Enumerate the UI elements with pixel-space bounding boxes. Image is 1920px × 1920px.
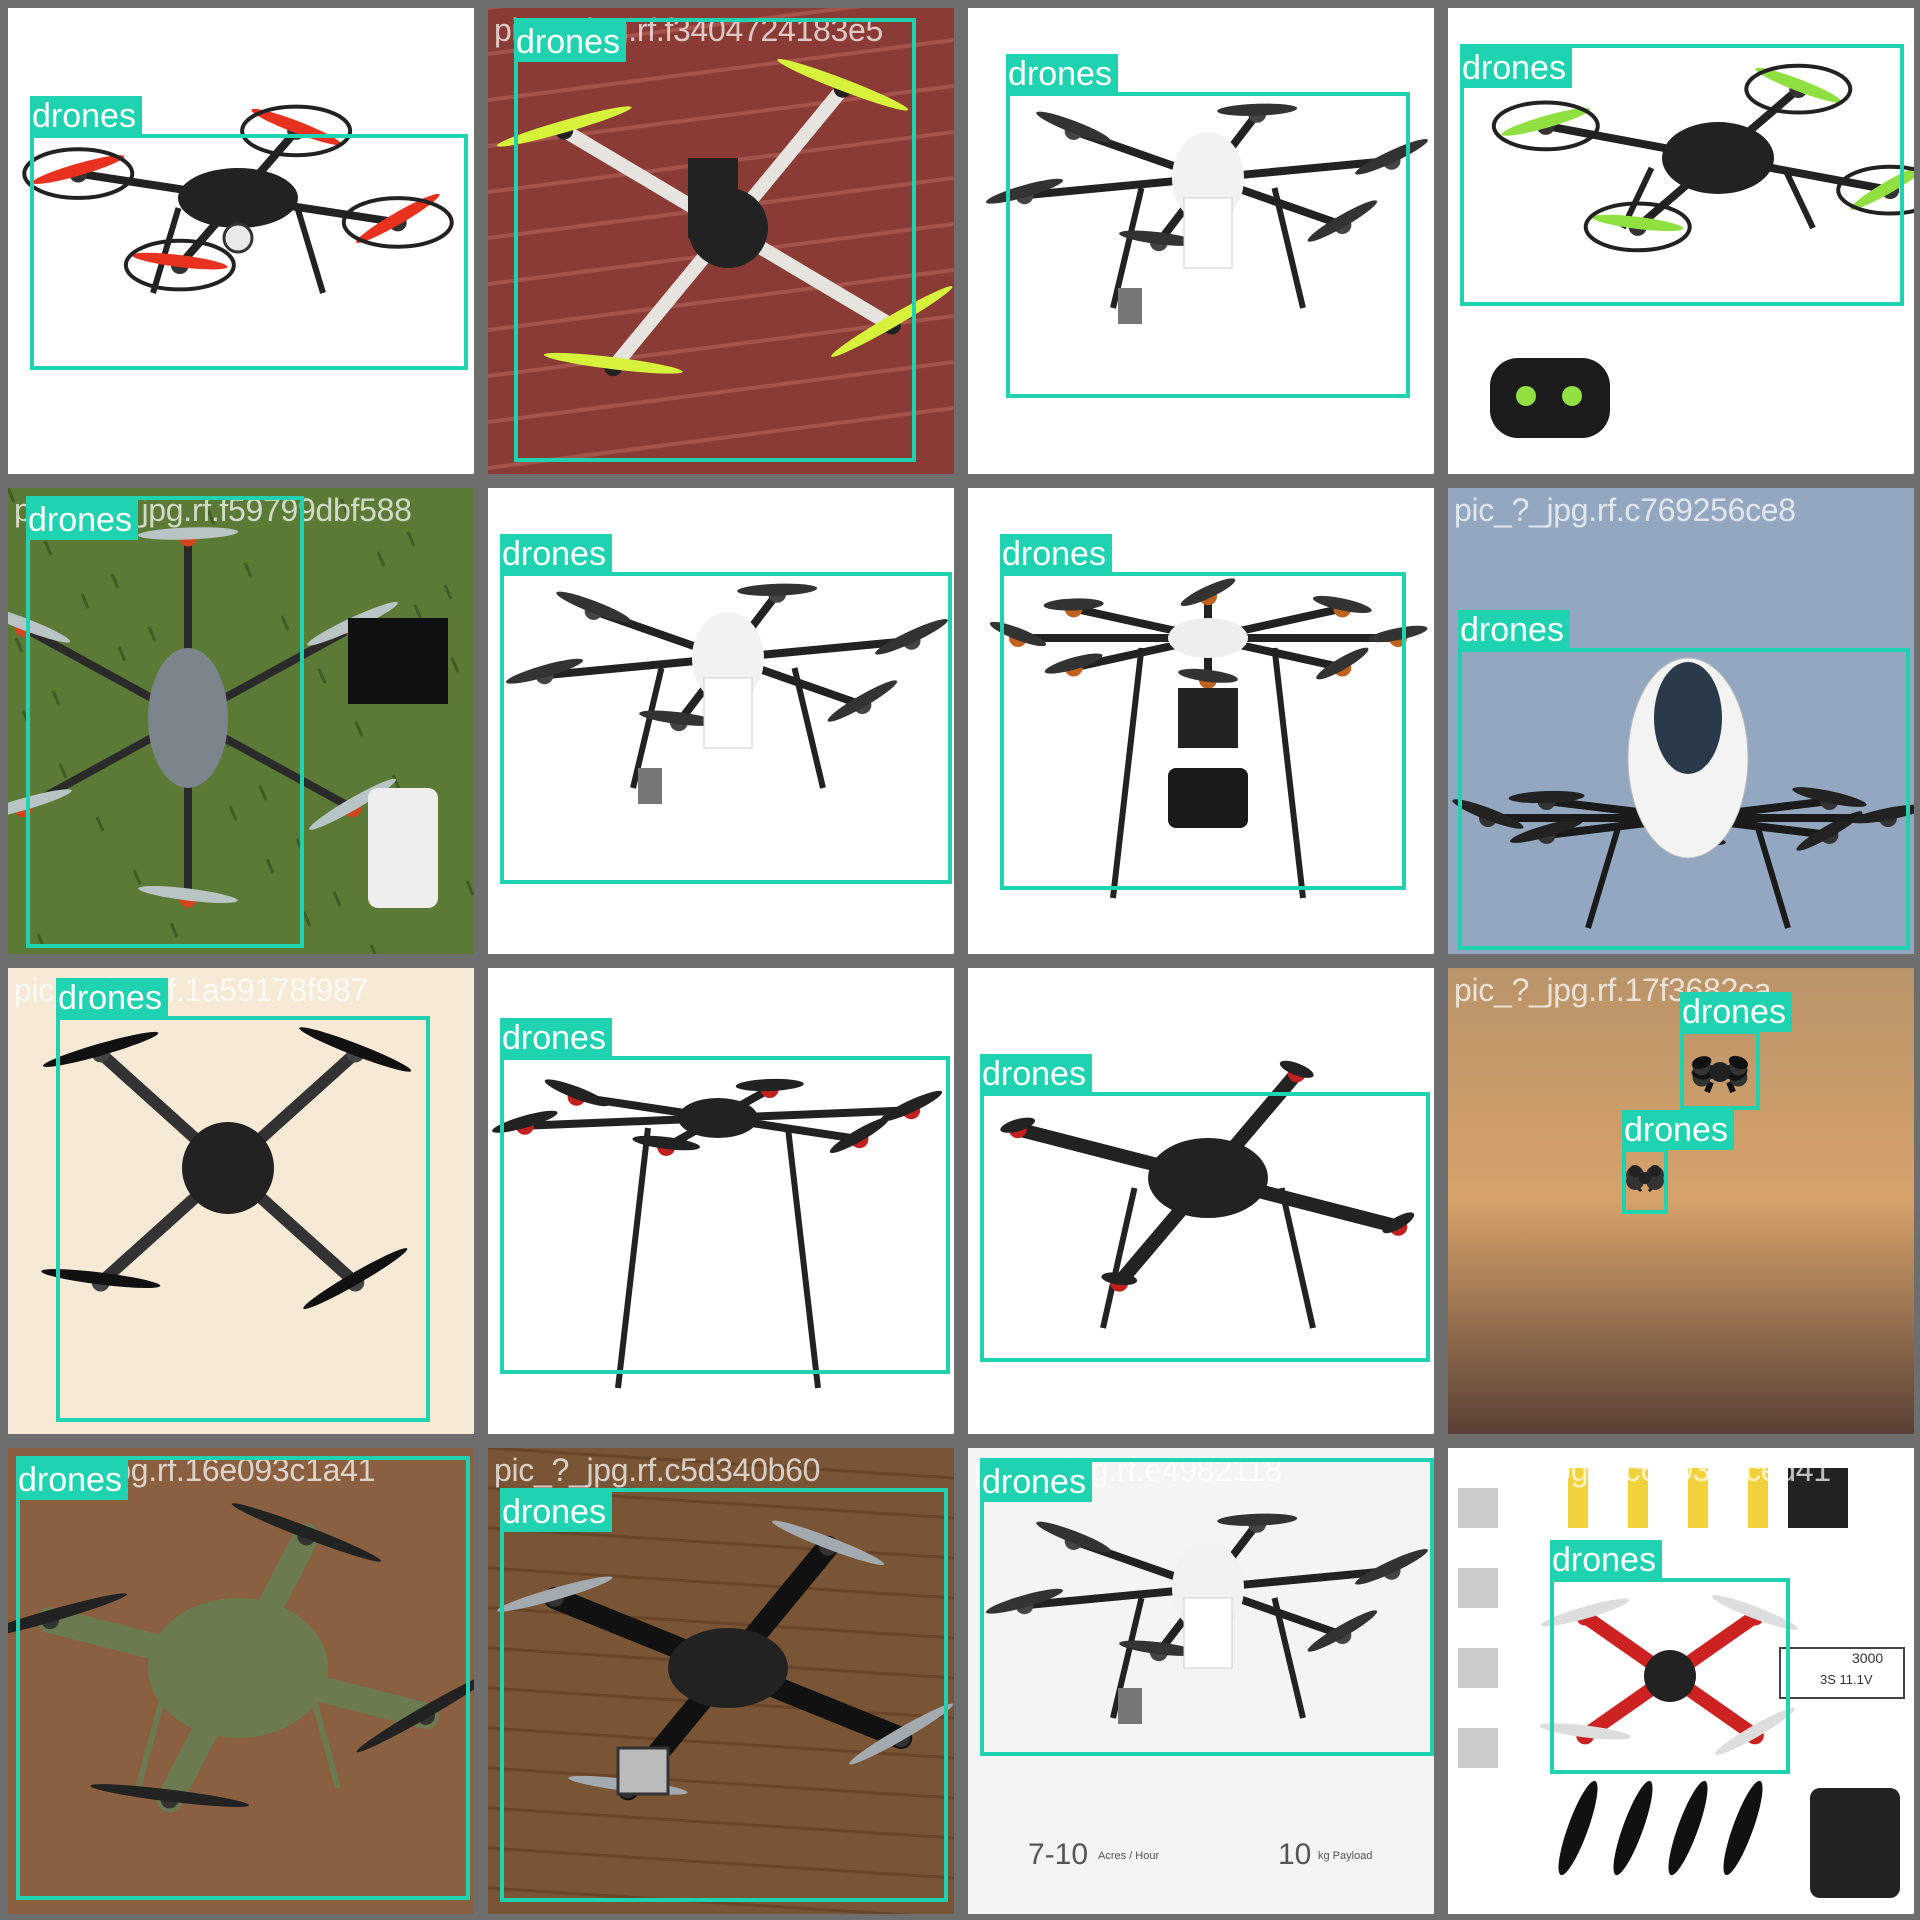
grass: [369, 944, 377, 954]
bounding-box: drones: [980, 1458, 1434, 1756]
grass: [317, 668, 327, 684]
monitor: [348, 618, 448, 704]
image-tile: pic_?_jpg.rf.f3404724183e5 drones: [488, 8, 954, 474]
box-label: drones: [500, 1492, 612, 1532]
box-label: drones: [56, 978, 168, 1018]
tile-filename: pic_522_jpg.rf.67db06e905: [14, 12, 395, 48]
bounding-box: drones: [56, 978, 430, 1422]
transmitter: [1810, 1788, 1900, 1898]
bounding-box: drones: [500, 1488, 948, 1902]
bounding-box: drones: [1680, 992, 1792, 1110]
bounding-box: drones: [500, 1018, 950, 1374]
box-label: drones: [1460, 48, 1572, 88]
image-tile: pic_?_jpg.rf.2428d51bae6drones: [488, 968, 954, 1434]
image-tile: pic_522_jpg.rf.67db06e905drones: [8, 8, 474, 474]
tile-filename: pic_?_jpg.rf.ce4ce4d9bea: [494, 492, 854, 528]
grass: [376, 551, 386, 567]
image-tile: pic_?_jpg.rf.406cae4876drones: [968, 968, 1434, 1434]
grass: [413, 604, 423, 620]
bounding-box: drones: [1000, 534, 1406, 890]
bounding-box: drones: [16, 1456, 470, 1900]
box-label: drones: [1458, 610, 1570, 650]
tile-caption-rate-unit: Acres / Hour: [1098, 1850, 1160, 1862]
box-label: drones: [500, 1018, 612, 1058]
transmitter: [368, 788, 438, 908]
tile-caption-battery: 3000: [1852, 1650, 1884, 1666]
tile-filename: pic_?_jpg.rf.abefaa9f4: [974, 12, 1285, 48]
grass: [450, 657, 460, 673]
tile-filename: pic_?_jpg.rf.c6b039dced41: [1454, 1452, 1831, 1488]
image-tile: pic_?_jpg.rf.16e093c1a41 drones: [8, 1448, 474, 1914]
box-label: drones: [980, 1462, 1092, 1502]
bounding-box: drones: [30, 96, 468, 370]
image-tile: pic_?_jpg.rf.17f3682ca drones drones: [1448, 968, 1914, 1434]
motor-mount: [1458, 1648, 1498, 1688]
bounding-box: drones: [1006, 54, 1410, 398]
grass: [302, 911, 312, 927]
box-label: drones: [1680, 992, 1792, 1032]
box-label: drones: [500, 534, 612, 574]
tile-caption-payload-unit: kg Payload: [1318, 1850, 1373, 1862]
controller-button: [1562, 386, 1582, 406]
image-tile: pic_678_jpg.rf.f59799dbf588 drones: [8, 488, 474, 954]
bounding-box: drones: [980, 1054, 1430, 1362]
tile-filename: pic_?_jpg.rf.2428d51bae6: [494, 972, 857, 1008]
grass: [406, 531, 416, 547]
propeller: [1558, 1780, 1598, 1876]
box-label: drones: [1622, 1110, 1734, 1150]
box-label: drones: [514, 22, 626, 62]
tile-filename: pic_?_jpg.rf.406cae4876: [974, 972, 1318, 1008]
bounding-box: drones: [1622, 1110, 1734, 1214]
bounding-box: drones: [1550, 1540, 1790, 1774]
image-tile: pic_?_jpg.rf.e29e107e63 drones: [1448, 8, 1914, 474]
image-tile: pic_?_jpg.rf.c769256ce8drones: [1448, 488, 1914, 954]
grass: [443, 584, 453, 600]
image-tile: pic_?_jpg.rf.abefaa9f4drones: [968, 8, 1434, 474]
image-tile: pic_?_jpg.rf.c5d340b60drones: [488, 1448, 954, 1914]
grass: [332, 891, 342, 907]
bounding-box: drones: [1458, 610, 1910, 950]
tile-caption-payload-value: 10: [1278, 1838, 1312, 1871]
image-tile: 3000 3S 11.1V pic_?_jpg.rf.c6b039dced41dro…: [1448, 1448, 1914, 1914]
box-label: drones: [16, 1460, 128, 1500]
tile-caption-rate-value: 7-10: [1028, 1838, 1089, 1871]
box-label: drones: [1006, 54, 1118, 94]
tile-filename: pic_?_jpg.rf.c769256ce8: [1454, 492, 1796, 528]
motor-mount: [1458, 1728, 1498, 1768]
box-label: drones: [1550, 1540, 1662, 1580]
motor-mount: [1458, 1568, 1498, 1608]
box-label: drones: [26, 500, 138, 540]
controller: [1490, 358, 1610, 438]
propeller: [1613, 1780, 1653, 1876]
bounding-box: drones: [1460, 44, 1904, 306]
box-label: drones: [980, 1054, 1092, 1094]
bounding-box: drones: [500, 534, 952, 884]
tile-caption-battery-spec: 3S 11.1V: [1820, 1672, 1873, 1687]
box-label: drones: [30, 96, 142, 136]
controller-stick: [1516, 386, 1536, 406]
grass: [354, 721, 364, 737]
motor-mount: [1458, 1488, 1498, 1528]
propeller: [1668, 1780, 1708, 1876]
grass: [14, 637, 24, 653]
image-tile: 7-10 Acres / Hour 10 kg Payload pic_?_jpg.rf…: [968, 1448, 1434, 1914]
tile-filename: pic_?_jpg.rf.c5d340b60: [494, 1452, 821, 1488]
grass: [465, 880, 474, 896]
bounding-box: drones: [514, 18, 916, 462]
image-tile: pic_?_jpg.rf.ce4ce4d9beadrones: [488, 488, 954, 954]
box-label: drones: [1000, 534, 1112, 574]
image-tile: pic_?_jpg.rf.1a59178f987 drones: [8, 968, 474, 1434]
bounding-box: drones: [26, 496, 304, 948]
tile-filename: pic_?_jpg.rf.e59f43b0f85: [974, 492, 1320, 528]
propeller: [1723, 1780, 1763, 1876]
image-tile: pic_?_jpg.rf.e59f43b0f85drones: [968, 488, 1434, 954]
